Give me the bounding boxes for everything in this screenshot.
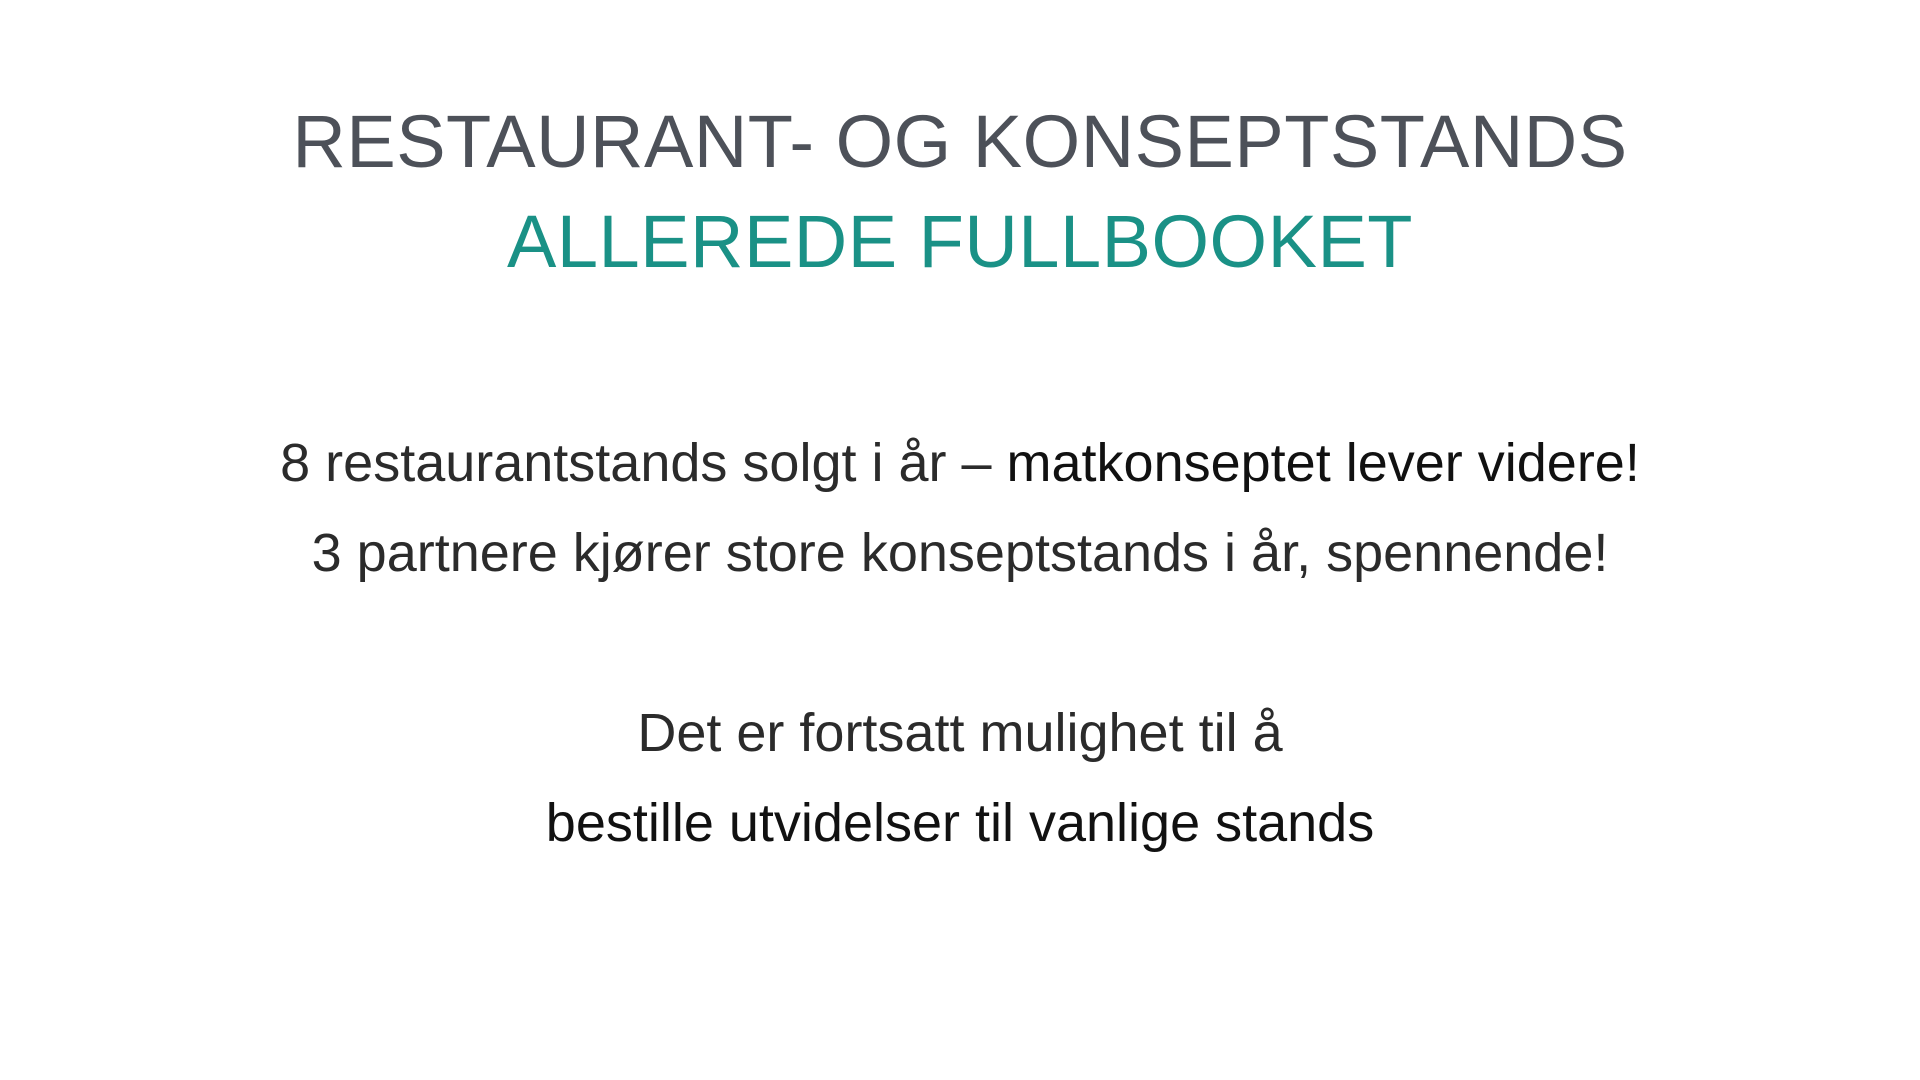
title-line-2: ALLEREDE FULLBOOKET	[506, 200, 1414, 283]
body-line-4: bestille utvidelser til vanlige stands	[0, 778, 1920, 868]
body-line-2: 3 partnere kjører store konseptstands i …	[311, 523, 1609, 583]
title-line-1: RESTAURANT- OG KONSEPTSTANDS	[292, 100, 1628, 183]
title-block: RESTAURANT- OG KONSEPTSTANDS ALLEREDE FU…	[0, 92, 1920, 292]
body-line-1-bold: matkonseptet lever videre!	[1006, 433, 1640, 493]
body-line-1-regular: 8 restaurantstands solgt i år –	[280, 433, 1007, 493]
body-line-1: 8 restaurantstands solgt i år – matkonse…	[0, 418, 1920, 508]
body-line-3: Det er fortsatt mulighet til å	[637, 703, 1283, 763]
body-block-2: Det er fortsatt mulighet til å bestille …	[0, 688, 1920, 868]
body-line-4-bold: bestille utvidelser til vanlige stands	[545, 793, 1375, 853]
slide: RESTAURANT- OG KONSEPTSTANDS ALLEREDE FU…	[0, 0, 1920, 1080]
body-block-1: 8 restaurantstands solgt i år – matkonse…	[0, 418, 1920, 598]
